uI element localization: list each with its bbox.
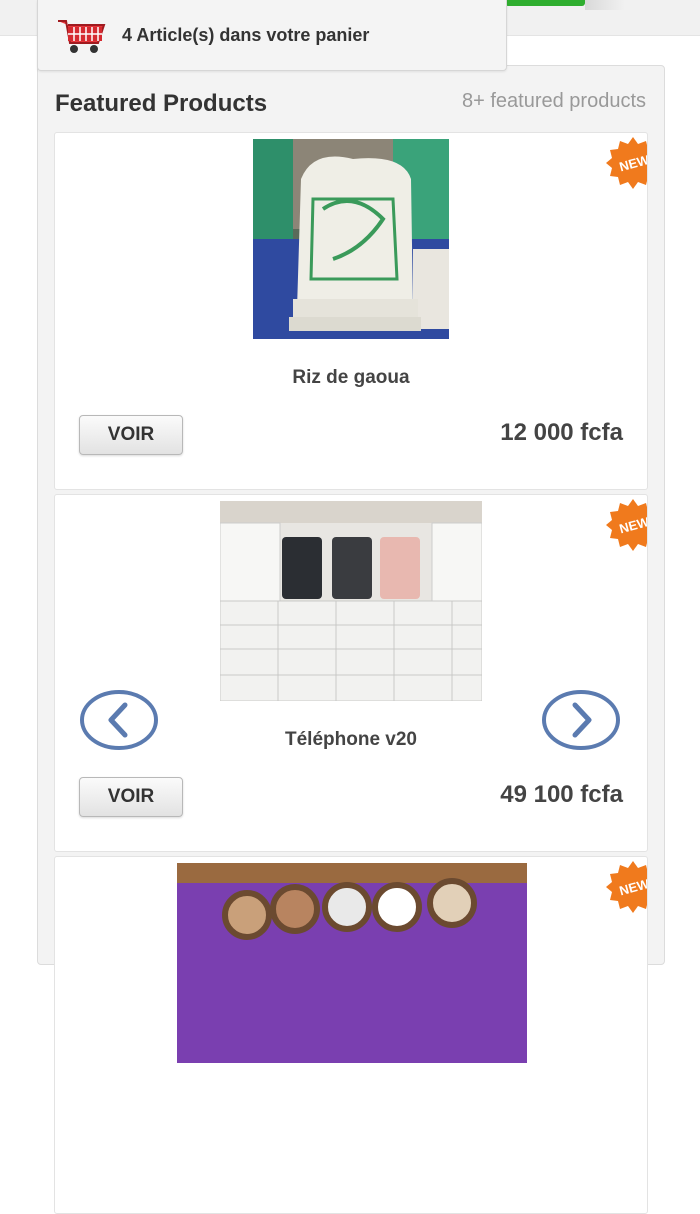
cart-summary[interactable]: 4 Article(s) dans votre panier xyxy=(37,0,507,71)
voir-button[interactable]: VOIR xyxy=(79,777,183,817)
product-card: NEW xyxy=(54,856,648,1214)
accent-strip xyxy=(505,0,585,6)
product-name: Riz de gaoua xyxy=(292,367,410,388)
product-image[interactable] xyxy=(253,139,449,339)
shopping-cart-icon xyxy=(58,20,106,53)
product-image[interactable] xyxy=(220,501,482,701)
voir-button[interactable]: VOIR xyxy=(79,415,183,455)
product-price: 12 000 fcfa xyxy=(500,419,623,446)
featured-count: 8+ featured products xyxy=(461,90,646,112)
section-title: Featured Products xyxy=(55,90,268,117)
accent-strip-shadow xyxy=(585,0,625,10)
new-badge-icon: NEW xyxy=(606,861,647,913)
new-badge-icon: NEW xyxy=(606,499,647,551)
product-name: Téléphone v20 xyxy=(285,729,417,750)
new-badge-icon: NEW xyxy=(606,137,647,189)
featured-products-panel: Featured Products 8+ featured products N… xyxy=(37,65,665,1214)
cart-count-text: 4 Article(s) dans votre panier xyxy=(122,24,370,45)
product-image[interactable] xyxy=(177,863,527,1063)
product-card: NEW Riz de gaoua VOIR 12 000 fcfa xyxy=(54,132,648,490)
product-card: NEW xyxy=(54,494,648,852)
product-price: 49 100 fcfa xyxy=(500,781,623,808)
